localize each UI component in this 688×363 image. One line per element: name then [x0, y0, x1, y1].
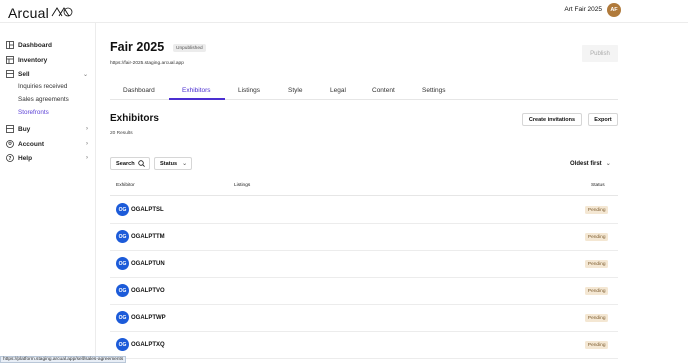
status-badge: Pending [585, 314, 608, 322]
column-header-listings[interactable]: Listings [234, 183, 250, 188]
chevron-down-icon: ⌄ [605, 161, 611, 167]
page-title: Fair 2025 [110, 40, 165, 54]
export-button[interactable]: Export [588, 113, 618, 126]
logo-mark-icon [51, 4, 73, 22]
sidebar-item-label: Help [18, 154, 33, 162]
table-row[interactable]: OG OGALPTUN Pending [110, 251, 618, 278]
sort-label: Oldest first [570, 160, 602, 167]
table-row[interactable]: OG OGALPTWP Pending [110, 305, 618, 332]
sell-icon [6, 70, 14, 78]
sidebar-item-buy[interactable]: Buy › [6, 125, 90, 133]
sidebar-item-account[interactable]: Account › [6, 140, 90, 148]
tab-style[interactable]: Style [288, 87, 302, 94]
sort-select[interactable]: Oldest first ⌄ [570, 160, 611, 168]
exhibitor-name[interactable]: OGALPTSL [131, 207, 164, 213]
table-row[interactable]: OG OGALPTXQ Pending [110, 332, 618, 359]
chevron-down-icon: ⌄ [182, 161, 188, 167]
exhibitor-avatar: OG [116, 257, 129, 270]
status-badge: Pending [585, 206, 608, 214]
exhibitor-name[interactable]: OGALPTWP [131, 315, 166, 321]
tab-settings[interactable]: Settings [422, 87, 446, 94]
exhibitor-avatar: OG [116, 284, 129, 297]
sidebar-item-label: Account [18, 140, 44, 148]
column-header-exhibitor[interactable]: Exhibitor [116, 183, 135, 188]
buy-icon [6, 125, 14, 133]
status-badge: Pending [585, 260, 608, 268]
dashboard-icon [6, 41, 14, 49]
table-header: Exhibitor Listings Status [110, 178, 618, 196]
sidebar-item-dashboard[interactable]: Dashboard [6, 41, 52, 49]
main-content: Fair 2025 Unpublished https://fair-2025.… [110, 23, 620, 363]
section-title: Exhibitors [110, 113, 159, 124]
sidebar-item-help[interactable]: ? Help › [6, 154, 90, 162]
tab-content[interactable]: Content [372, 87, 395, 94]
svg-text:?: ? [9, 156, 12, 162]
status-badge: Pending [585, 233, 608, 241]
search-icon [137, 160, 145, 167]
user-avatar[interactable]: AF [607, 3, 621, 17]
browser-status-url: https://platform.staging.arcual.app/sell… [0, 356, 127, 363]
publish-button[interactable]: Publish [582, 45, 618, 62]
exhibitor-name[interactable]: OGALPTXQ [131, 342, 165, 348]
exhibitor-avatar: OG [116, 338, 129, 351]
account-icon [6, 140, 14, 148]
sidebar: Dashboard Inventory Sell ⌄ Inquiries rec… [0, 23, 96, 363]
tab-exhibitors[interactable]: Exhibitors [182, 87, 211, 94]
status-filter-select[interactable]: Status ⌄ [154, 157, 192, 170]
results-count: 20 Results [110, 131, 133, 136]
sidebar-item-label: Inventory [18, 56, 48, 64]
chevron-right-icon: › [86, 141, 88, 147]
sidebar-item-label: Dashboard [18, 41, 52, 49]
sidebar-item-inventory[interactable]: Inventory [6, 56, 47, 64]
active-tab-indicator [169, 98, 225, 100]
exhibitor-name[interactable]: OGALPTVO [131, 288, 165, 294]
chevron-right-icon: › [86, 155, 88, 161]
column-header-status[interactable]: Status [591, 183, 605, 188]
sidebar-subitem-sales-agreements[interactable]: Sales agreements [18, 96, 69, 103]
arcual-logo[interactable]: Arcual [8, 4, 73, 22]
tab-listings[interactable]: Listings [238, 87, 260, 94]
status-badge: Unpublished [173, 44, 206, 52]
fair-switcher-name[interactable]: Art Fair 2025 [564, 6, 602, 13]
exhibitor-avatar: OG [116, 230, 129, 243]
create-invitations-button[interactable]: Create invitations [522, 113, 582, 126]
sidebar-subitem-storefronts[interactable]: Storefronts [18, 109, 49, 116]
exhibitor-avatar: OG [116, 203, 129, 216]
status-filter-label: Status [160, 160, 178, 167]
logo-text: Arcual [8, 5, 49, 21]
exhibitor-avatar: OG [116, 311, 129, 324]
chevron-down-icon: ⌄ [82, 71, 88, 78]
sidebar-item-label: Sell [18, 70, 30, 78]
inventory-icon [6, 56, 14, 64]
search-label: Search [116, 160, 135, 167]
status-badge: Pending [585, 341, 608, 349]
sidebar-item-sell[interactable]: Sell ⌄ [6, 70, 90, 78]
top-bar: Arcual Art Fair 2025 AF [0, 0, 688, 23]
help-icon: ? [6, 154, 14, 162]
table-row[interactable]: OG OGALPTSL Pending [110, 197, 618, 224]
status-badge: Pending [585, 287, 608, 295]
exhibitor-name[interactable]: OGALPTUN [131, 261, 165, 267]
tab-dashboard[interactable]: Dashboard [123, 87, 155, 94]
exhibitor-name[interactable]: OGALPTTM [131, 234, 165, 240]
tab-legal[interactable]: Legal [330, 87, 346, 94]
chevron-right-icon: › [86, 126, 88, 132]
search-input[interactable]: Search [110, 157, 150, 170]
table-row[interactable]: OG OGALPTVO Pending [110, 278, 618, 305]
table-row[interactable]: OG OGALPTTM Pending [110, 224, 618, 251]
sidebar-item-label: Buy [18, 125, 31, 133]
sidebar-subitem-inquiries-received[interactable]: Inquiries received [18, 83, 67, 90]
storefront-url[interactable]: https://fair-2025.staging.arcual.app [110, 61, 184, 66]
